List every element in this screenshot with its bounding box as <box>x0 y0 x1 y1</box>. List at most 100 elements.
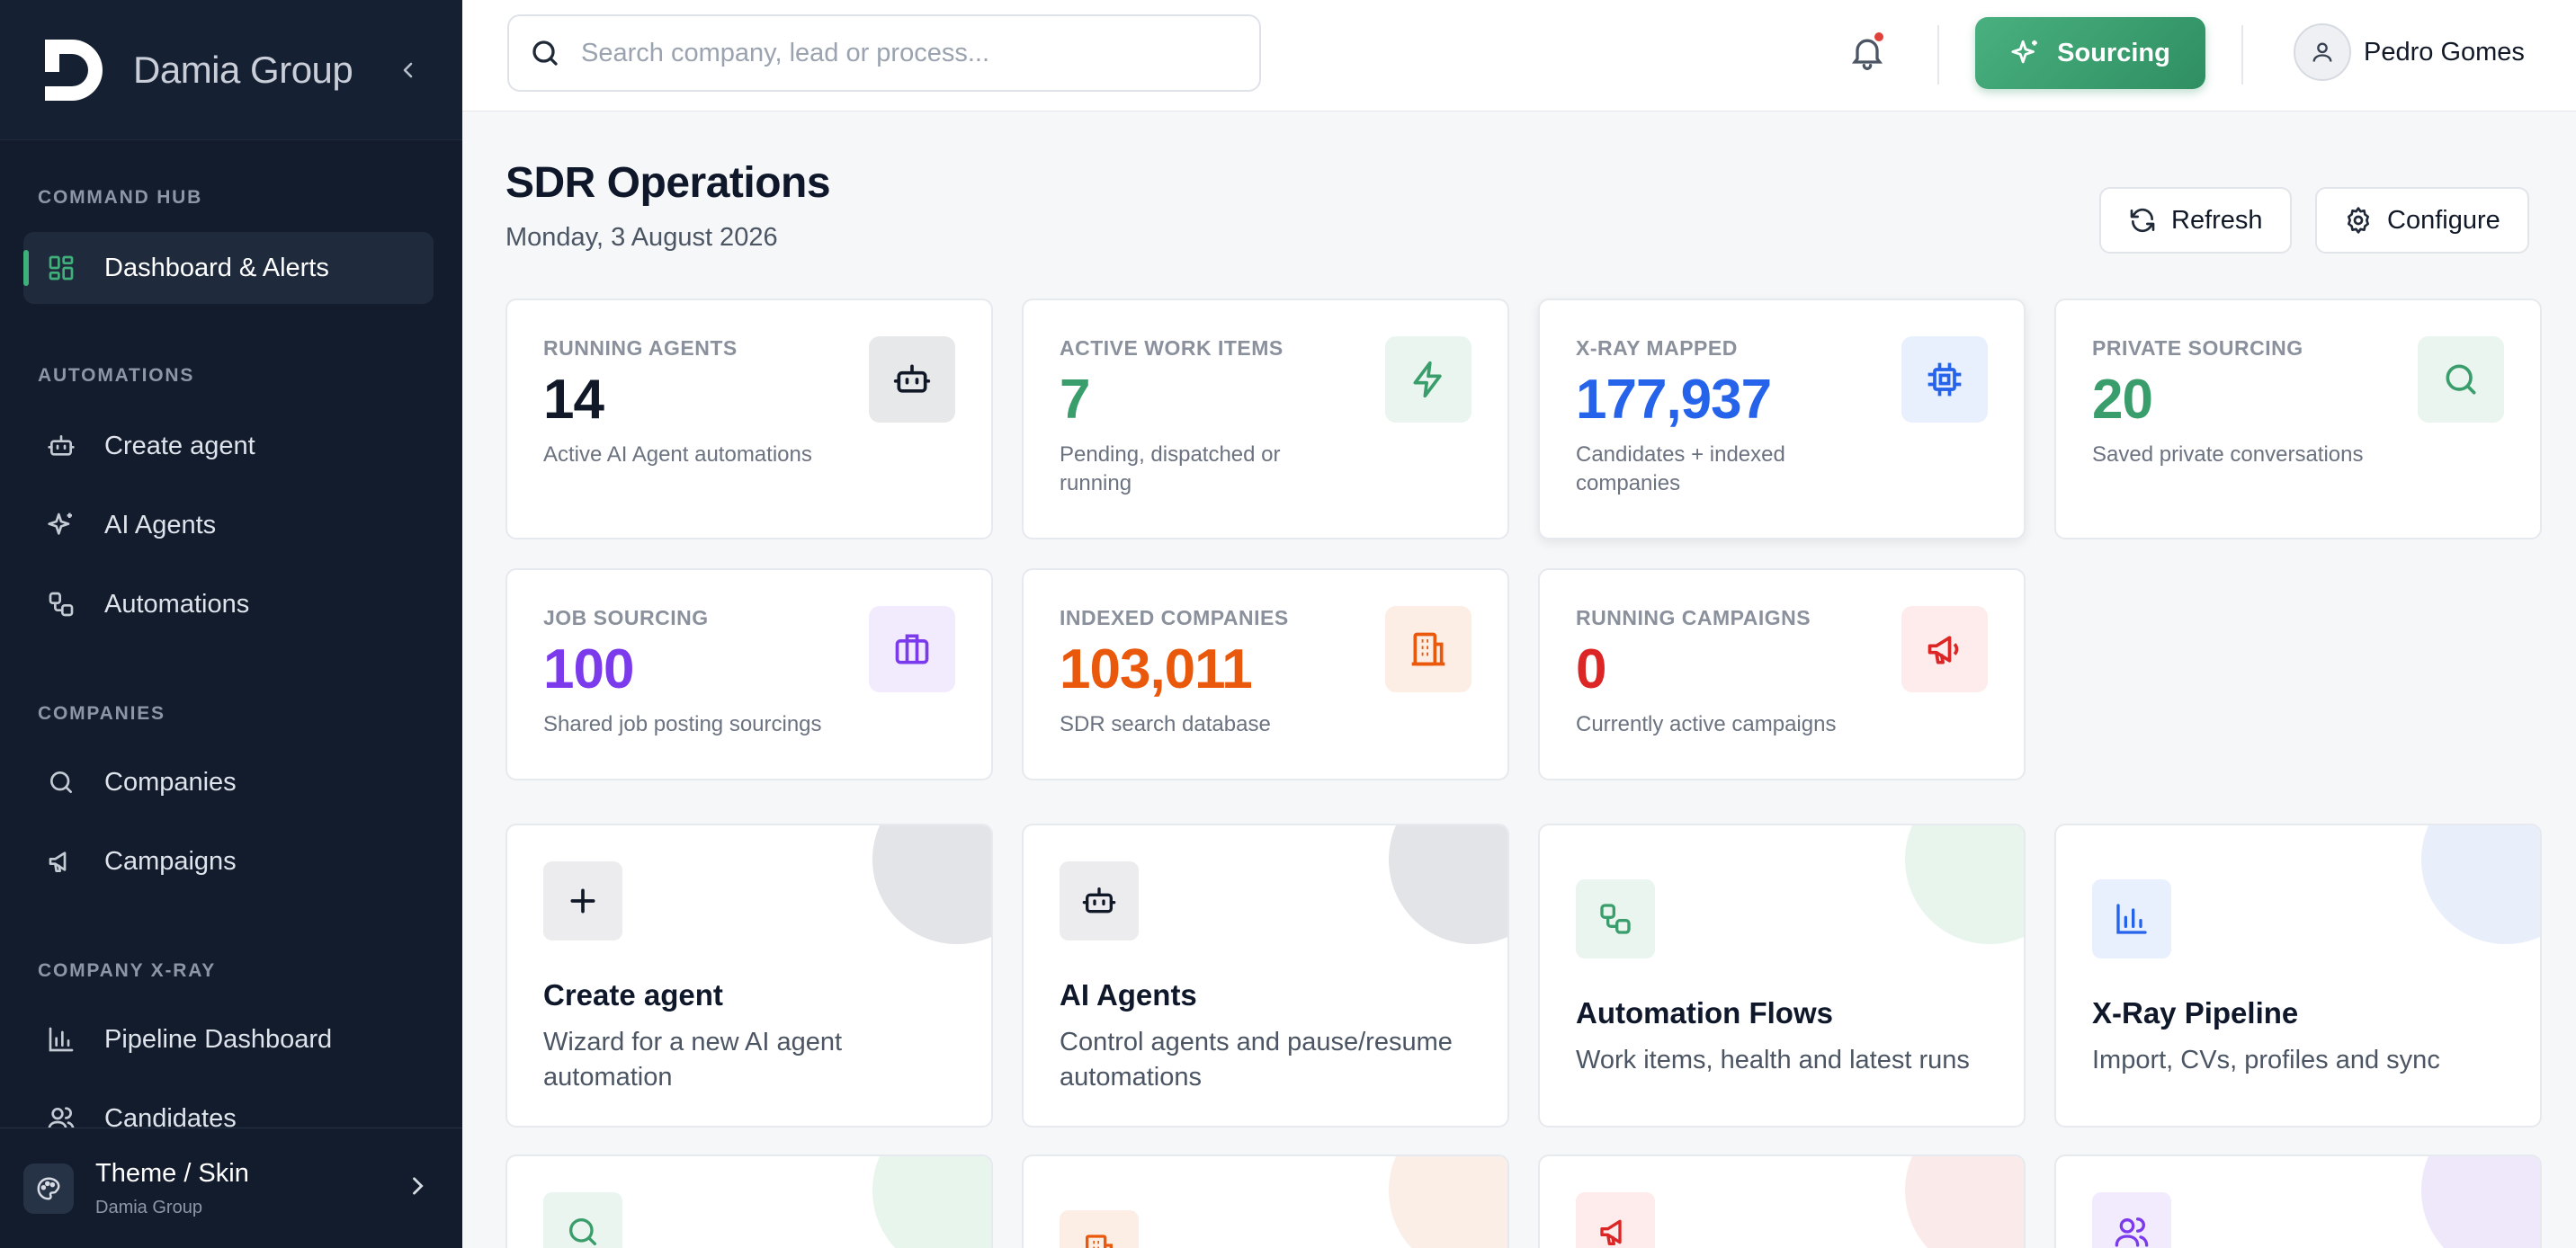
sparkles-icon <box>45 509 77 541</box>
sidebar-item-automations[interactable]: Automations <box>23 568 434 640</box>
theme-title: Theme / Skin <box>95 1158 249 1188</box>
grid-icon <box>45 252 77 284</box>
card-title: Automation Flows <box>1576 996 1833 1030</box>
decorative-circle <box>872 825 991 944</box>
section-title-command-hub: COMMAND HUB <box>38 187 203 208</box>
card-ai-agents[interactable]: AI Agents Control agents and pause/resum… <box>1022 824 1509 1128</box>
theme-subtitle: Damia Group <box>95 1197 202 1217</box>
configure-button[interactable]: Configure <box>2315 187 2529 254</box>
stat-subtitle: Saved private conversations <box>2092 442 2364 467</box>
sourcing-label: Sourcing <box>2057 38 2170 67</box>
decorative-circle <box>1905 1156 2024 1248</box>
refresh-button[interactable]: Refresh <box>2099 187 2292 254</box>
section-title-automations: AUTOMATIONS <box>38 365 195 386</box>
card-description: Wizard for a new AI agent automation <box>543 1028 843 1092</box>
stat-card-xray-mapped[interactable]: X-RAY MAPPED 177,937 Candidates + indexe… <box>1538 299 2026 539</box>
topbar: Sourcing Pedro Gomes <box>462 0 2576 111</box>
megaphone-icon <box>45 845 77 878</box>
theme-skin-selector[interactable]: Theme / Skin Damia Group <box>0 1128 462 1248</box>
megaphone-icon <box>1901 606 1988 692</box>
search-icon <box>2418 336 2504 423</box>
refresh-label: Refresh <box>2171 205 2263 235</box>
sourcing-button[interactable]: Sourcing <box>1975 17 2205 89</box>
cpu-icon <box>1901 336 1988 423</box>
sidebar-item-pipeline-dashboard[interactable]: Pipeline Dashboard <box>23 1003 434 1075</box>
decorative-circle <box>872 1156 991 1248</box>
card-create-agent[interactable]: Create agent Wizard for a new AI agent a… <box>505 824 993 1128</box>
sidebar-item-label: Create agent <box>104 431 255 460</box>
divider <box>2241 25 2243 85</box>
refresh-icon <box>2128 206 2157 235</box>
configure-label: Configure <box>2387 205 2500 235</box>
user-menu[interactable]: Pedro Gomes <box>2294 23 2525 81</box>
sidebar: Damia Group COMMAND HUB Dashboard & Aler… <box>0 0 462 1248</box>
sidebar-item-label: Campaigns <box>104 846 237 876</box>
decorative-circle <box>1389 825 1507 944</box>
sidebar-item-label: Dashboard & Alerts <box>104 253 329 282</box>
stat-card-active-work-items[interactable]: ACTIVE WORK ITEMS 7 Pending, dispatched … <box>1022 299 1509 539</box>
workflow-icon <box>1576 879 1655 958</box>
stat-card-running-campaigns[interactable]: RUNNING CAMPAIGNS 0 Currently active cam… <box>1538 568 2026 780</box>
briefcase-icon <box>869 606 955 692</box>
sidebar-item-ai-agents[interactable]: AI Agents <box>23 489 434 561</box>
notifications-button[interactable] <box>1847 32 1887 72</box>
card-title: AI Agents <box>1060 978 1197 1012</box>
search-icon <box>532 40 558 66</box>
bar-chart-icon <box>2092 879 2171 958</box>
sidebar-item-label: Pipeline Dashboard <box>104 1024 333 1054</box>
card-indexed-companies-partial[interactable] <box>1022 1154 1509 1248</box>
stat-subtitle: Active AI Agent automations <box>543 442 812 467</box>
brand-header: Damia Group <box>0 0 462 140</box>
stat-card-job-sourcing[interactable]: JOB SOURCING 100 Shared job posting sour… <box>505 568 993 780</box>
section-title-companies: COMPANIES <box>38 703 165 724</box>
user-name: Pedro Gomes <box>2364 37 2525 67</box>
card-description: Import, CVs, profiles and sync <box>2092 1046 2440 1074</box>
card-candidates-partial[interactable] <box>2054 1154 2542 1248</box>
divider <box>1937 25 1939 85</box>
sparkles-icon <box>2010 38 2041 68</box>
card-campaigns-partial[interactable] <box>1538 1154 2026 1248</box>
palette-icon <box>23 1163 74 1214</box>
card-companies-partial[interactable] <box>505 1154 993 1248</box>
sidebar-item-dashboard[interactable]: Dashboard & Alerts <box>23 232 434 304</box>
robot-icon <box>869 336 955 423</box>
stat-card-private-sourcing[interactable]: PRIVATE SOURCING 20 Saved private conver… <box>2054 299 2542 539</box>
stat-subtitle: Candidates + indexed companies <box>1576 442 1785 495</box>
gear-icon <box>2344 206 2373 235</box>
damia-logo <box>45 39 103 101</box>
card-title: Create agent <box>543 978 723 1012</box>
stat-card-running-agents[interactable]: RUNNING AGENTS 14 Active AI Agent automa… <box>505 299 993 539</box>
card-description: Work items, health and latest runs <box>1576 1046 1970 1074</box>
card-automation-flows[interactable]: Automation Flows Work items, health and … <box>1538 824 2026 1128</box>
page-title: SDR Operations <box>505 159 831 207</box>
card-xray-pipeline[interactable]: X-Ray Pipeline Import, CVs, profiles and… <box>2054 824 2542 1128</box>
sidebar-item-campaigns[interactable]: Campaigns <box>23 825 434 897</box>
building-icon <box>1385 606 1471 692</box>
card-title: X-Ray Pipeline <box>2092 996 2299 1030</box>
decorative-circle <box>2421 1156 2540 1248</box>
sidebar-item-label: Companies <box>104 767 237 797</box>
sidebar-item-companies[interactable]: Companies <box>23 746 434 818</box>
search-input[interactable] <box>581 38 1247 68</box>
chevron-right-icon <box>413 1177 424 1195</box>
avatar <box>2294 23 2351 81</box>
stat-subtitle: SDR search database <box>1060 712 1271 736</box>
sidebar-item-label: Automations <box>104 589 250 619</box>
card-description: Control agents and pause/resume automati… <box>1060 1028 1453 1092</box>
building-icon <box>1060 1210 1139 1248</box>
sidebar-item-create-agent[interactable]: Create agent <box>23 410 434 482</box>
search-box[interactable] <box>507 14 1261 92</box>
chevron-left-icon <box>403 62 413 77</box>
robot-icon <box>1060 861 1139 940</box>
users-icon <box>2092 1192 2171 1248</box>
decorative-circle <box>2421 825 2540 944</box>
search-icon <box>45 766 77 798</box>
page-date: Monday, 3 August 2026 <box>505 223 778 252</box>
stat-subtitle: Pending, dispatched or running <box>1060 442 1281 495</box>
plus-icon <box>543 861 622 940</box>
stat-card-indexed-companies[interactable]: INDEXED COMPANIES 103,011 SDR search dat… <box>1022 568 1509 780</box>
stat-subtitle: Shared job posting sourcings <box>543 712 822 736</box>
collapse-sidebar-button[interactable] <box>392 54 425 86</box>
decorative-circle <box>1389 1156 1507 1248</box>
decorative-circle <box>1905 825 2024 944</box>
